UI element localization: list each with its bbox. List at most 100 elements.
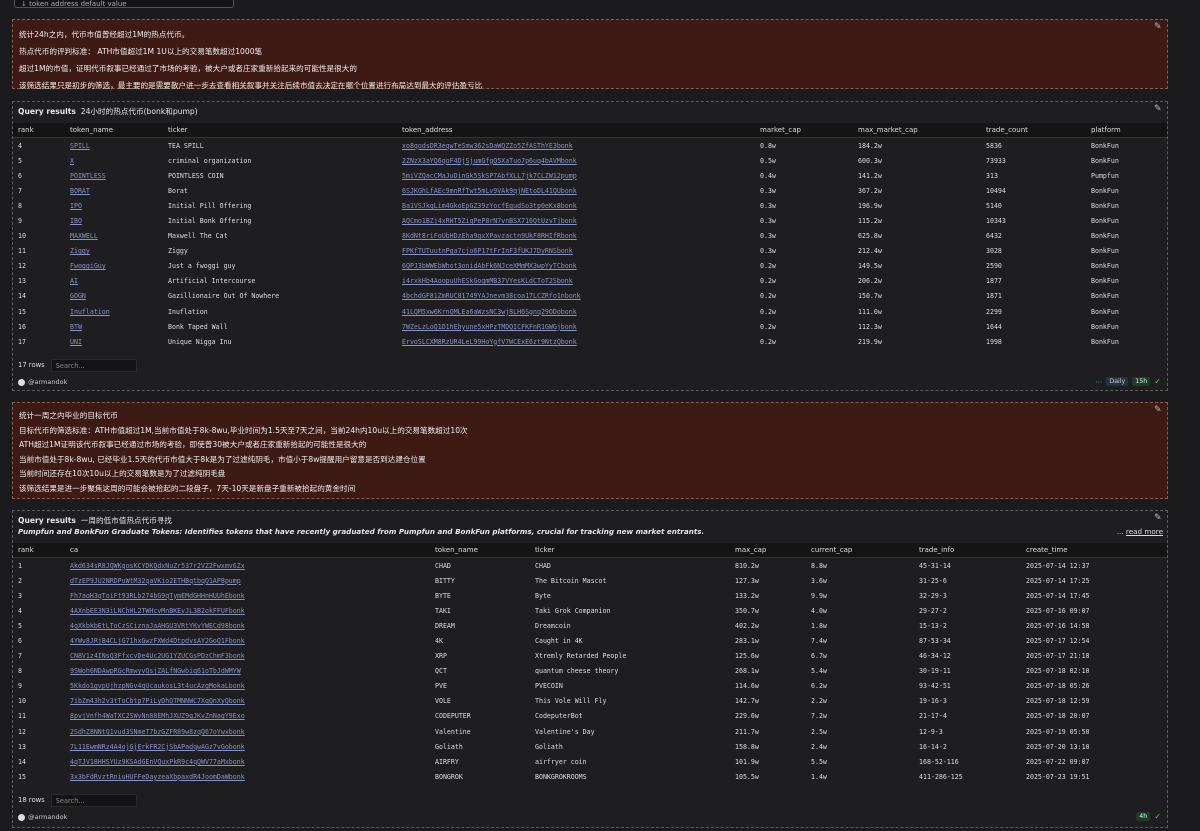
column-header-max-market-cap[interactable]: max_market_cap xyxy=(853,123,981,138)
edit-icon[interactable]: ✎ xyxy=(1154,514,1163,523)
cell-link-ca[interactable]: 3x3bFdRvztRniuHUFFeDayzeaXbpaxdR4JoomDaW… xyxy=(65,769,430,784)
cell-link-token-address[interactable]: 2ZNzX3aYQ6qoF4DjSjumGfgQ5XaTuo7p6uq4bAVM… xyxy=(397,153,755,168)
cell-link-token-name[interactable]: FwoggiGuy xyxy=(65,259,163,274)
more-icon[interactable]: ⋯ xyxy=(1095,378,1102,386)
cell-link-ca[interactable]: 4YWv8JRjB4CLjG71hxGwzFXWd4DtpdvsAY2GoQ1F… xyxy=(65,633,430,648)
cell-current-cap: 6.7w xyxy=(811,652,827,661)
read-more-link[interactable]: ... read more xyxy=(1117,527,1163,536)
cell-link-token-name[interactable]: GOGN xyxy=(65,289,163,304)
cell-link-token-name[interactable]: Ziggy xyxy=(65,244,163,259)
author[interactable]: @armandok xyxy=(18,378,67,386)
search-input[interactable]: Search... xyxy=(50,793,137,807)
cell-link-ca[interactable]: Fh7aoH3qToiFt93RLb274bG9qTymEMdGHHnHUUhE… xyxy=(65,588,430,603)
column-header-token-name[interactable]: token_name xyxy=(65,123,163,138)
cell-link-token-address[interactable]: 6QPJ3bWWEbWhot3onidAbFk6NJceXMmMX3wpYyTC… xyxy=(397,259,755,274)
cell-link-ca[interactable]: 5Kkdo1gvpUjhzpNGv4qUcaukosL3t4ucAzgMokaL… xyxy=(65,679,430,694)
column-header-market-cap[interactable]: market_cap xyxy=(755,123,853,138)
cell-link-ca[interactable]: 4qXkbkbEtLToCzSCiznaJaAHGU3VRtYKvYWECd98… xyxy=(65,618,430,633)
cell-link-token-name[interactable]: X xyxy=(65,153,163,168)
cell-link-ca[interactable]: 4AXnbEE3N3iLNChHL2TWHcvMnBKEvJL3B2okFFUF… xyxy=(65,603,430,618)
column-header-ca[interactable]: ca xyxy=(65,543,430,558)
table-row: 13 AI Artificial Intercourse i4rxkHb4AoopuU… xyxy=(13,274,1167,289)
cell-trade-info: 15-13-2 xyxy=(919,621,947,630)
author[interactable]: @armandok xyxy=(18,813,67,821)
table-row: 10 7ibZm43h2v3tToCbtp7PiLyDhQTMNNWC7XqQnX… xyxy=(13,694,1167,709)
cell-create-time: 2025-07-18 02:10 xyxy=(1026,667,1090,676)
cell-token-name: CODEPUTER xyxy=(435,712,471,721)
check-icon: ✓ xyxy=(1154,377,1161,386)
table-row: 10 MAXWELL Maxwell The Cat 8KdNt8riFoUbHDzE… xyxy=(13,229,1167,244)
cell-link-ca[interactable]: 7L11EwmNRz4A4ojGjErkFR2CjSbAPadqwAGz7vGo… xyxy=(65,739,430,754)
cell-link-token-address[interactable]: 6SJKGhLfAEc9mnRfTwt5mLv9VAk9qjNEtoDL41QU… xyxy=(397,183,755,198)
cell-link-token-name[interactable]: POINTLESS xyxy=(65,168,163,183)
cell-link-token-address[interactable]: i4rxkHb4AoopuUhESkGogmMB37VYesKLdCToT2Sb… xyxy=(397,274,755,289)
column-header-token-name[interactable]: token_name xyxy=(430,543,530,558)
cell-market-cap: 0.5w xyxy=(760,156,776,165)
results-table: rank token_name ticker token_address market_… xyxy=(13,123,1167,349)
cell-current-cap: 2.5w xyxy=(811,727,827,736)
cell-create-time: 2025-07-16 14:58 xyxy=(1026,621,1090,630)
cell-link-ca[interactable]: 7ibZm43h2v3tToCbtp7PiLyDhQTMNNWC7XqQnXyQ… xyxy=(65,694,430,709)
column-header-trade-info[interactable]: trade_info xyxy=(914,543,1021,558)
column-header-rank[interactable]: rank xyxy=(13,543,65,558)
cell-link-ca[interactable]: 9SWoh6NDAwpRGcRmwyvQsjZALfNGwbiq61oTbJdW… xyxy=(65,664,430,679)
cell-rank: 8 xyxy=(18,667,22,676)
cell-link-ca[interactable]: 4qTJV18HHSYUz9KSAdGEnVQuxPkR9c4qQWV77aMx… xyxy=(65,754,430,769)
cell-link-token-name[interactable]: MAXWELL xyxy=(65,229,163,244)
cell-link-token-address[interactable]: AQCmo1BZj4xRHT5ZiqPeP8rN7vnBSX716QtUzvTj… xyxy=(397,213,755,228)
cell-trade-count: 2590 xyxy=(986,262,1002,271)
edit-icon[interactable]: ✎ xyxy=(1154,105,1163,114)
column-header-rank[interactable]: rank xyxy=(13,123,65,138)
cell-ticker: Artificial Intercourse xyxy=(168,277,256,286)
cell-max-market-cap: 115.2w xyxy=(858,217,882,226)
cell-link-token-address[interactable]: ErvoSLCXM8RzUR4LeL99HoYgfV7WCExE6zt9NtzQ… xyxy=(397,334,755,349)
column-header-current-cap[interactable]: current_cap xyxy=(806,543,914,558)
search-input[interactable]: Search... xyxy=(50,358,137,372)
cell-link-token-name[interactable]: SPILL xyxy=(65,138,163,154)
table-row: 17 UNI Unique Nigga Inu ErvoSLCXM8RzUR4LeL9… xyxy=(13,334,1167,349)
column-header-platform[interactable]: platform xyxy=(1086,123,1167,138)
cell-current-cap: 2.2w xyxy=(811,697,827,706)
cell-link-token-address[interactable]: FPKfTUTuutnPga7cjo6P17tFrInF3fUKJ7DyRNSb… xyxy=(397,244,755,259)
cell-link-ca[interactable]: Akd634sR8JQWKgosKCYDKQdxNuZr537r2VZ2Fwxm… xyxy=(65,558,430,574)
cell-link-token-name[interactable]: IPO xyxy=(65,198,163,213)
cell-link-ca[interactable]: CN8V1z4INsQ3FfxcvDe4Uc2UG1YZUCGsPDzChmF3… xyxy=(65,649,430,664)
cell-max-cap: 211.7w xyxy=(735,727,759,736)
token-address-input[interactable]: ↓ token address default value xyxy=(14,0,234,8)
column-header-ticker[interactable]: ticker xyxy=(530,543,730,558)
column-header-trade-count[interactable]: trade_count xyxy=(981,123,1086,138)
column-header-ticker[interactable]: ticker xyxy=(163,123,397,138)
cell-link-token-address[interactable]: 7WZeLzLoQ1D1hEhyune5xHPzTMDQICFKFnR1GWGj… xyxy=(397,319,755,334)
cell-current-cap: 1.4w xyxy=(811,772,827,781)
cell-max-cap: 268.1w xyxy=(735,667,759,676)
cell-link-token-name[interactable]: BTW xyxy=(65,319,163,334)
cell-trade-info: 168-52-116 xyxy=(919,757,959,766)
cell-link-token-address[interactable]: 4bchdGF81ZmRUC81749YAJnevm38coa17LCZRfo1… xyxy=(397,289,755,304)
edit-icon[interactable]: ✎ xyxy=(1154,23,1163,32)
cell-link-token-name[interactable]: Inuflation xyxy=(65,304,163,319)
cell-link-token-address[interactable]: Ba1VSJkqLim4GkoEpGZ39zYocfEgudSo3tp0eKx8… xyxy=(397,198,755,213)
column-header-max-cap[interactable]: max_cap xyxy=(730,543,806,558)
cell-link-token-name[interactable]: BORAT xyxy=(65,183,163,198)
cell-ticker: Valentine's Day xyxy=(535,727,595,736)
cell-link-token-name[interactable]: IBO xyxy=(65,213,163,228)
cell-link-token-address[interactable]: 41LQM5xw6KrnQMLEa6aWzsNC3wj8LH6Sgnq29ODo… xyxy=(397,304,755,319)
cell-link-token-address[interactable]: 5miVZQacCMaJuDinGk5SkSP7AbfXLL7jk7CLZW12… xyxy=(397,168,755,183)
column-header-create-time[interactable]: create_time xyxy=(1021,543,1167,558)
cell-ticker: CHAD xyxy=(535,561,551,570)
column-header-token-address[interactable]: token_address xyxy=(397,123,755,138)
cell-link-ca[interactable]: dTzEP9JU2NRDPuWtM32qaVKio2ETHBqtbqQ1AP8p… xyxy=(65,573,430,588)
cell-link-ca[interactable]: 2SdhZ8NNtQ1vud3SNmeT7bzGZFR89w8zqQ67oYwx… xyxy=(65,724,430,739)
cell-link-token-name[interactable]: AI xyxy=(65,274,163,289)
cell-link-token-address[interactable]: 8KdNt8riFoUbHDzEha9gxXPavzactn9UkF8RHIfR… xyxy=(397,229,755,244)
edit-icon[interactable]: ✎ xyxy=(1154,406,1163,415)
cell-link-token-name[interactable]: UNI xyxy=(65,334,163,349)
cell-link-ca[interactable]: 8pvjVnfh4WaTXC2SWvNn88EMhJXUZ9gJKvZnNagY… xyxy=(65,709,430,724)
cell-ticker: Ziggy xyxy=(168,247,188,256)
read-more-text[interactable]: read more xyxy=(1126,527,1163,536)
note-line: 目标代币的筛选标准：ATH市值超过1M,当前市值处于8k-8wu,毕业时间为1.… xyxy=(19,425,468,435)
cell-link-token-address[interactable]: xo8qodsDR3eqwTeSmw362sDaWQZZo5ZfASThYE3b… xyxy=(397,138,755,154)
cell-rank: 6 xyxy=(18,171,22,180)
table-row: 14 4qTJV18HHSYUz9KSAdGEnVQuxPkR9c4qQWV77a… xyxy=(13,754,1167,769)
cell-trade-info: 411-286-125 xyxy=(919,772,963,781)
